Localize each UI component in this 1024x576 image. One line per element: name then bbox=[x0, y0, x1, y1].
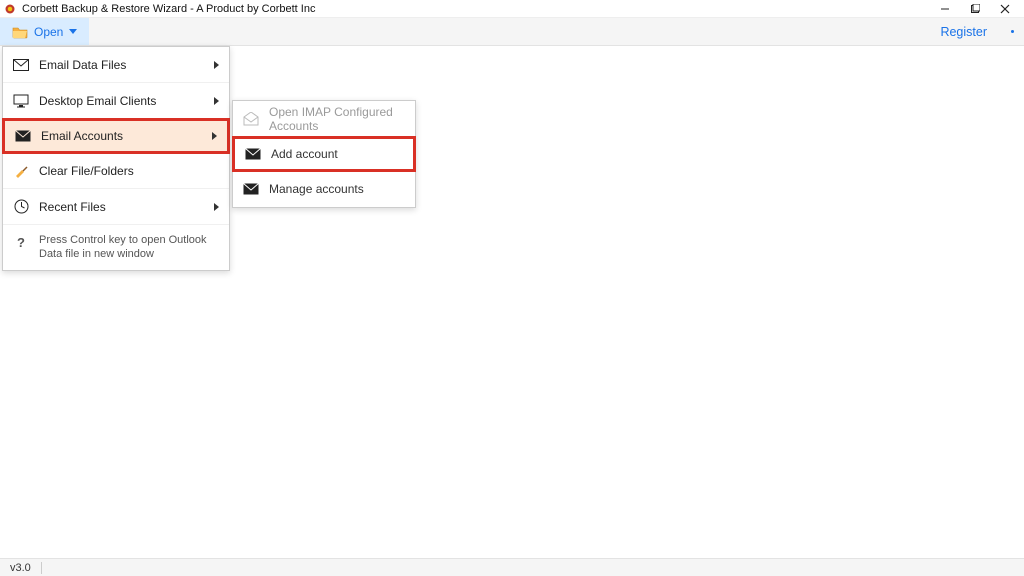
window-title: Corbett Backup & Restore Wizard - A Prod… bbox=[22, 3, 315, 15]
submenu-item-label: Add account bbox=[271, 147, 338, 161]
chevron-right-icon bbox=[214, 61, 219, 69]
kebab-icon bbox=[1011, 30, 1014, 33]
menu-item-email-data-files[interactable]: Email Data Files bbox=[3, 47, 229, 83]
version-label: v3.0 bbox=[10, 562, 31, 574]
folder-open-icon bbox=[12, 25, 28, 39]
menu-item-label: Desktop Email Clients bbox=[39, 94, 214, 108]
envelope-icon bbox=[13, 57, 29, 73]
help-icon: ? bbox=[13, 234, 29, 250]
titlebar: Corbett Backup & Restore Wizard - A Prod… bbox=[0, 0, 1024, 18]
statusbar-separator bbox=[41, 562, 42, 574]
register-link[interactable]: Register bbox=[926, 18, 1001, 45]
statusbar: v3.0 bbox=[0, 558, 1024, 576]
svg-text:?: ? bbox=[17, 235, 25, 249]
more-options-button[interactable] bbox=[1001, 18, 1024, 45]
email-accounts-submenu: Open IMAP Configured Accounts Add accoun… bbox=[232, 100, 416, 208]
menu-item-label: Clear File/Folders bbox=[39, 164, 219, 178]
menu-item-recent-files[interactable]: Recent Files bbox=[3, 189, 229, 225]
chevron-right-icon bbox=[214, 203, 219, 211]
register-label: Register bbox=[940, 25, 987, 39]
app-icon bbox=[4, 3, 16, 15]
open-menu-button[interactable]: Open bbox=[0, 18, 89, 45]
submenu-item-label: Manage accounts bbox=[269, 182, 364, 196]
envelope-open-icon bbox=[243, 111, 259, 127]
submenu-manage-accounts[interactable]: Manage accounts bbox=[233, 171, 415, 207]
minimize-button[interactable] bbox=[930, 0, 960, 18]
menu-item-label: Email Data Files bbox=[39, 58, 214, 72]
chevron-right-icon bbox=[212, 132, 217, 140]
open-menu: Email Data Files Desktop Email Clients E… bbox=[2, 46, 230, 271]
envelope-closed-icon bbox=[243, 181, 259, 197]
chevron-down-icon bbox=[69, 29, 77, 34]
toolbar: Open Register bbox=[0, 18, 1024, 46]
open-label: Open bbox=[34, 25, 63, 39]
monitor-icon bbox=[13, 93, 29, 109]
menu-item-label: Email Accounts bbox=[41, 129, 212, 143]
chevron-right-icon bbox=[214, 97, 219, 105]
menu-hint-text: Press Control key to open Outlook Data f… bbox=[39, 233, 219, 262]
submenu-open-imap: Open IMAP Configured Accounts bbox=[233, 101, 415, 137]
envelope-closed-icon bbox=[245, 146, 261, 162]
clock-icon bbox=[13, 199, 29, 215]
submenu-add-account[interactable]: Add account bbox=[232, 136, 416, 172]
envelope-closed-icon bbox=[15, 128, 31, 144]
content-area: Email Data Files Desktop Email Clients E… bbox=[0, 46, 1024, 558]
broom-icon bbox=[13, 163, 29, 179]
menu-hint: ? Press Control key to open Outlook Data… bbox=[3, 225, 229, 270]
menu-item-email-accounts[interactable]: Email Accounts bbox=[2, 118, 230, 154]
close-button[interactable] bbox=[990, 0, 1020, 18]
maximize-button[interactable] bbox=[960, 0, 990, 18]
menu-item-label: Recent Files bbox=[39, 200, 214, 214]
menu-item-desktop-email-clients[interactable]: Desktop Email Clients bbox=[3, 83, 229, 119]
submenu-item-label: Open IMAP Configured Accounts bbox=[269, 105, 405, 133]
menu-item-clear-files[interactable]: Clear File/Folders bbox=[3, 153, 229, 189]
